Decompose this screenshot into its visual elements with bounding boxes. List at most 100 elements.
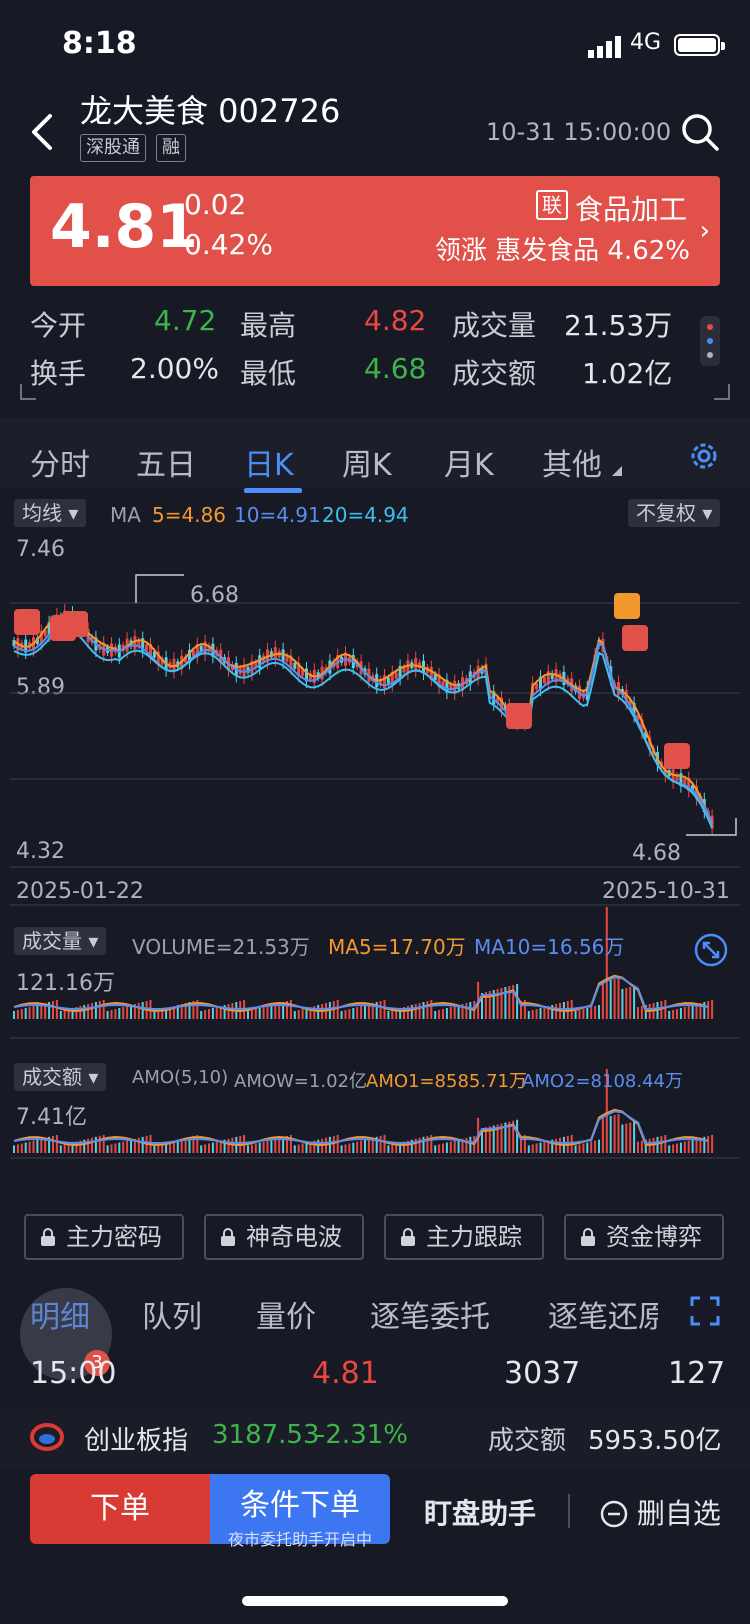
capital-game-button[interactable]: 资金博弈 — [564, 1214, 724, 1260]
remove-watchlist-button[interactable]: 删自选 — [600, 1492, 721, 1532]
amount-bar — [130, 1139, 132, 1153]
amount-bar — [293, 1145, 296, 1153]
tag-margin: 融 — [156, 134, 186, 162]
amount-bar — [648, 1138, 651, 1153]
volume-bar — [59, 1011, 62, 1019]
volume-bar — [707, 1001, 710, 1019]
more-icon[interactable] — [700, 316, 720, 366]
tab-daily-k[interactable]: 日K — [244, 440, 294, 484]
amount-bar — [204, 1144, 207, 1153]
amount-bar — [625, 1123, 628, 1153]
amount-bar — [621, 1124, 624, 1153]
sector-leader: 领涨 惠发食品 4.62% — [434, 236, 690, 266]
trade-signal-marker[interactable] — [62, 611, 88, 637]
volume-bar — [453, 1006, 456, 1019]
volume-bar — [94, 1002, 97, 1019]
volume-bar — [348, 1009, 351, 1019]
tab-five-day[interactable]: 五日 — [136, 440, 196, 484]
amount-bar — [434, 1145, 437, 1153]
tab-volume-price[interactable]: 量价 — [256, 1292, 316, 1336]
index-name: 创业板指 — [84, 1426, 189, 1456]
fullscreen-icon[interactable] — [694, 933, 728, 967]
volume-bar — [691, 1005, 694, 1019]
volume-legend: VOLUME=21.53万 — [132, 935, 310, 959]
amount-bar — [270, 1139, 273, 1153]
amount-bar — [59, 1145, 62, 1153]
main-force-code-button[interactable]: 主力密码 — [24, 1214, 184, 1260]
lock-icon — [221, 1228, 235, 1246]
volume-ma10: MA10=16.56万 — [474, 935, 625, 959]
back-icon[interactable] — [26, 110, 66, 154]
amount-bar — [340, 1145, 343, 1153]
amount-bar — [367, 1138, 370, 1153]
tab-weekly-k[interactable]: 周K — [342, 440, 392, 484]
open-label: 今开 — [30, 309, 87, 342]
tab-monthly-k[interactable]: 月K — [444, 440, 494, 484]
conditional-order-button[interactable]: 条件下单 夜市委托助手开启中 — [210, 1474, 390, 1549]
volume-bar — [28, 1007, 31, 1019]
conditional-order-sub: 夜市委托助手开启中 — [227, 1530, 372, 1549]
amount-bar — [535, 1143, 538, 1153]
tab-order-by-order[interactable]: 逐笔委托 — [370, 1292, 490, 1336]
amount-bar — [555, 1138, 558, 1153]
volume-bar — [637, 1007, 639, 1019]
expand-corner-left[interactable] — [20, 384, 36, 400]
volume-bar — [609, 980, 612, 1019]
amount-bar — [578, 1144, 581, 1153]
volume-bar — [200, 1011, 203, 1019]
amount-bar — [94, 1136, 97, 1153]
search-icon[interactable] — [680, 112, 720, 152]
max-leader-line — [135, 574, 184, 603]
volume-bar — [356, 1007, 359, 1019]
volume-bar — [250, 1010, 253, 1019]
trade-signal-marker[interactable] — [506, 703, 532, 729]
amount-bar — [348, 1143, 351, 1153]
tab-other[interactable]: 其他 — [542, 440, 602, 484]
amount-bar — [208, 1143, 210, 1153]
amount-dropdown[interactable]: 成交额 ▾ — [14, 1063, 107, 1091]
tab-intraday[interactable]: 分时 — [30, 440, 90, 484]
volume-axis-max: 121.16万 — [16, 971, 115, 996]
volume-bar — [711, 1000, 714, 1019]
trade-signal-marker[interactable] — [664, 743, 690, 769]
turnover-value: 2.00% — [130, 352, 219, 385]
kline-chart[interactable]: 均线 ▾ MA 5=4.86 10=4.91 20=4.94 不复权 ▾ 7.4… — [0, 493, 750, 1193]
volume-bar — [422, 1002, 425, 1019]
volume-bar — [270, 1005, 273, 1019]
volume-bar — [683, 1007, 686, 1019]
watch-helper-button[interactable]: 盯盘助手 — [424, 1492, 536, 1532]
gear-icon[interactable] — [686, 438, 722, 474]
trade-signal-marker[interactable] — [614, 593, 640, 619]
amow-label: AMOW=1.02亿 — [234, 1071, 367, 1092]
amount-bar — [360, 1140, 363, 1153]
volume-dropdown[interactable]: 成交量 ▾ — [14, 927, 107, 955]
expand-corner-right[interactable] — [714, 384, 730, 400]
price-banner[interactable]: 4.81 0.02 0.42% 联 食品加工 领涨 惠发食品 4.62% › — [30, 176, 720, 286]
signal-icon — [588, 36, 621, 58]
amount-bar — [445, 1142, 448, 1153]
volume-bar — [55, 1000, 58, 1019]
volume-bar — [531, 1010, 534, 1019]
magic-wave-button[interactable]: 神奇电波 — [204, 1214, 364, 1260]
volume-bar — [442, 1009, 444, 1019]
volume-bar — [527, 1011, 530, 1019]
high-label: 最高 — [240, 309, 297, 342]
volume-bar — [410, 1005, 413, 1019]
amount-bar — [633, 1121, 636, 1153]
amount-bar — [40, 1138, 43, 1153]
order-button[interactable]: 下单 — [30, 1474, 210, 1544]
main-force-track-button[interactable]: 主力跟踪 — [384, 1214, 544, 1260]
volume-bar — [360, 1006, 363, 1019]
amount-bar — [516, 1119, 519, 1153]
trade-signal-marker[interactable] — [14, 609, 40, 635]
amount-bar — [278, 1137, 281, 1153]
expand-icon[interactable] — [690, 1296, 720, 1326]
amo-label: AMO(5,10) — [132, 1067, 229, 1088]
volume-bar — [114, 1009, 117, 1019]
amount-bar — [438, 1144, 441, 1153]
tab-queue[interactable]: 队列 — [142, 1292, 202, 1336]
amount-bar — [453, 1140, 456, 1153]
volume-bar — [590, 1007, 593, 1019]
trade-signal-marker[interactable] — [622, 625, 648, 651]
tab-trade-replay[interactable]: 逐笔还原 — [548, 1292, 658, 1336]
